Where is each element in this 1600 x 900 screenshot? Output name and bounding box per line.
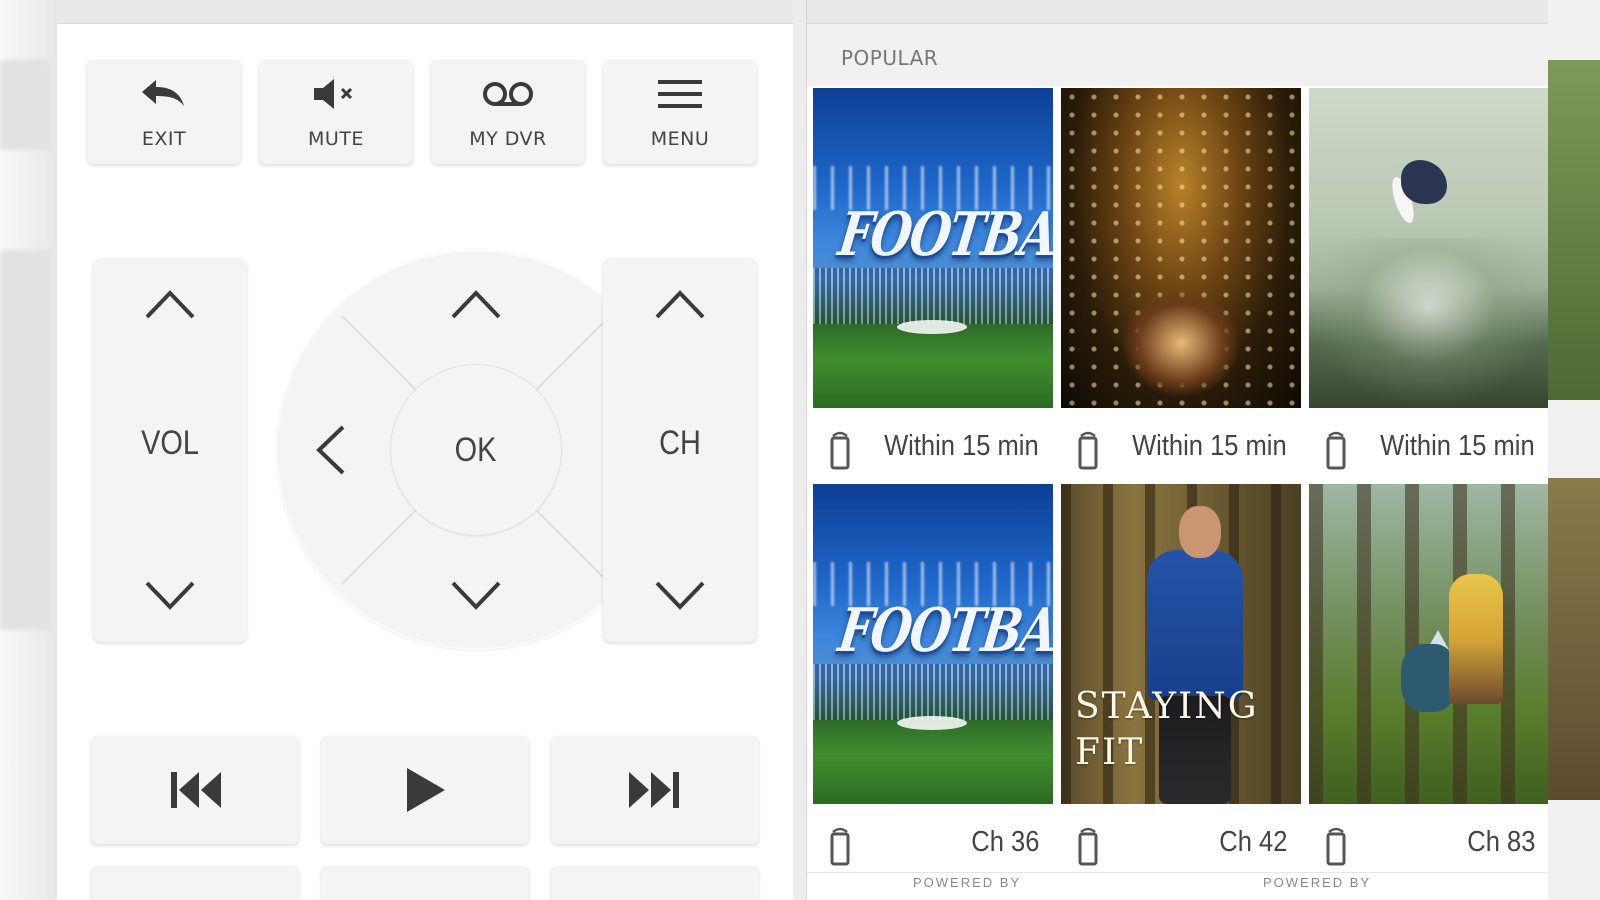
tv-remote-icon (830, 827, 850, 866)
remote-control-panel: EXIT MUTE MY DVR MENU VOL OK CH (57, 0, 793, 900)
exit-label: EXIT (141, 128, 187, 150)
football-artwork: FOOTBALL (813, 484, 1053, 804)
bottom-button[interactable] (551, 866, 759, 900)
program-tile[interactable]: Ch 83 (1309, 484, 1548, 876)
channel-down-button[interactable] (603, 572, 757, 620)
program-tile[interactable]: FOOTBALL Within 15 min (813, 88, 1053, 480)
skip-back-button[interactable] (91, 736, 299, 844)
play-button[interactable] (321, 736, 529, 844)
tv-remote-icon (830, 431, 850, 470)
program-tile[interactable]: FOOTBALL Ch 36 (813, 484, 1053, 876)
menu-button[interactable]: MENU (603, 60, 757, 164)
program-thumbnail (1061, 88, 1301, 408)
artwork-title-line: STAYING (1075, 686, 1259, 727)
tv-remote-icon (1078, 827, 1098, 866)
status-bar (57, 0, 793, 24)
peek-thumbnail (1548, 60, 1600, 400)
my-dvr-button[interactable]: MY DVR (431, 60, 585, 164)
vol-label: VOL (141, 424, 199, 462)
screenshot-canvas: EXIT MUTE MY DVR MENU VOL OK CH POPULAR … (0, 0, 1600, 900)
chevron-down-icon (451, 581, 501, 610)
menu-label: MENU (650, 128, 710, 150)
volume-up-button[interactable] (93, 280, 247, 328)
chevron-up-icon (145, 290, 195, 319)
skip-back-icon (171, 772, 221, 808)
runner-artwork: STAYING FIT (1061, 484, 1301, 804)
mute-button[interactable]: MUTE (259, 60, 413, 164)
my-dvr-label: MY DVR (469, 128, 547, 150)
mute-icon (259, 74, 413, 114)
powered-by-label: POWERED BY (1263, 875, 1372, 890)
program-channel: Ch 36 (970, 826, 1039, 858)
right-edge-peek (1548, 0, 1600, 900)
chevron-down-icon (145, 581, 195, 610)
left-edge-peek (0, 0, 57, 900)
volume-down-button[interactable] (93, 572, 247, 620)
surfing-artwork (1309, 88, 1548, 408)
status-bar (807, 0, 1548, 24)
blurred-panel (0, 60, 50, 150)
dpad-left-button[interactable] (300, 400, 360, 500)
program-meta: Within 15 min (813, 408, 1053, 480)
dpad-up-button[interactable] (426, 274, 526, 334)
program-meta: Within 15 min (1061, 408, 1301, 480)
peek-thumbnail (1548, 478, 1600, 800)
channel-up-button[interactable] (603, 280, 757, 328)
program-thumbnail: FOOTBALL (813, 484, 1053, 804)
dpad-down-button[interactable] (426, 566, 526, 626)
artwork-title: FOOTBALL (834, 200, 1053, 270)
ok-label: OK (455, 430, 497, 469)
mute-label: MUTE (308, 128, 364, 150)
exit-button[interactable]: EXIT (87, 60, 241, 164)
program-thumbnail: FOOTBALL (813, 88, 1053, 408)
artwork-title-line: FIT (1075, 732, 1145, 773)
volume-rocker: VOL (93, 258, 247, 642)
program-tile[interactable]: STAYING FIT Ch 42 (1061, 484, 1301, 876)
tv-remote-icon (1326, 827, 1346, 866)
powered-by-footer: POWERED BY POWERED BY (807, 872, 1548, 900)
program-channel: Ch 42 (1218, 826, 1287, 858)
football-artwork: FOOTBALL (813, 88, 1053, 408)
program-guide-panel: POPULAR FOOTBALL Within 15 min Within 15… (806, 0, 1548, 900)
exit-arrow-icon (87, 74, 241, 114)
menu-icon (603, 74, 757, 114)
bottom-button[interactable] (91, 866, 299, 900)
program-channel: Ch 83 (1466, 826, 1535, 858)
channel-rocker: CH (603, 258, 757, 642)
tv-remote-icon (1326, 431, 1346, 470)
chevron-up-icon (451, 290, 501, 319)
artwork-title: STAYING FIT (1075, 684, 1259, 776)
program-meta: Ch 83 (1309, 804, 1548, 876)
powered-by-label: POWERED BY (913, 875, 1022, 890)
ok-button[interactable]: OK (391, 365, 561, 535)
program-meta: Ch 36 (813, 804, 1053, 876)
program-tile[interactable]: Within 15 min (1061, 88, 1301, 480)
section-title: POPULAR (841, 46, 939, 70)
dvr-icon (431, 74, 585, 114)
chevron-down-icon (655, 581, 705, 610)
festival-lights-artwork (1061, 88, 1301, 408)
blurred-panel (0, 250, 50, 630)
program-tile[interactable]: Within 15 min (1309, 88, 1548, 480)
program-time: Within 15 min (884, 430, 1039, 462)
program-time: Within 15 min (1132, 430, 1287, 462)
artwork-title: FOOTBALL (834, 596, 1053, 666)
camping-artwork (1309, 484, 1548, 804)
skip-forward-button[interactable] (551, 736, 759, 844)
bottom-button[interactable] (321, 866, 529, 900)
ch-label: CH (659, 424, 701, 462)
play-icon (407, 768, 445, 812)
program-time: Within 15 min (1380, 430, 1535, 462)
tv-remote-icon (1078, 431, 1098, 470)
skip-forward-icon (629, 772, 679, 808)
program-thumbnail: STAYING FIT (1061, 484, 1301, 804)
chevron-up-icon (655, 290, 705, 319)
section-header: POPULAR (807, 24, 1548, 86)
program-meta: Ch 42 (1061, 804, 1301, 876)
program-thumbnail (1309, 88, 1548, 408)
program-meta: Within 15 min (1309, 408, 1548, 480)
chevron-left-icon (316, 425, 345, 475)
program-thumbnail (1309, 484, 1548, 804)
